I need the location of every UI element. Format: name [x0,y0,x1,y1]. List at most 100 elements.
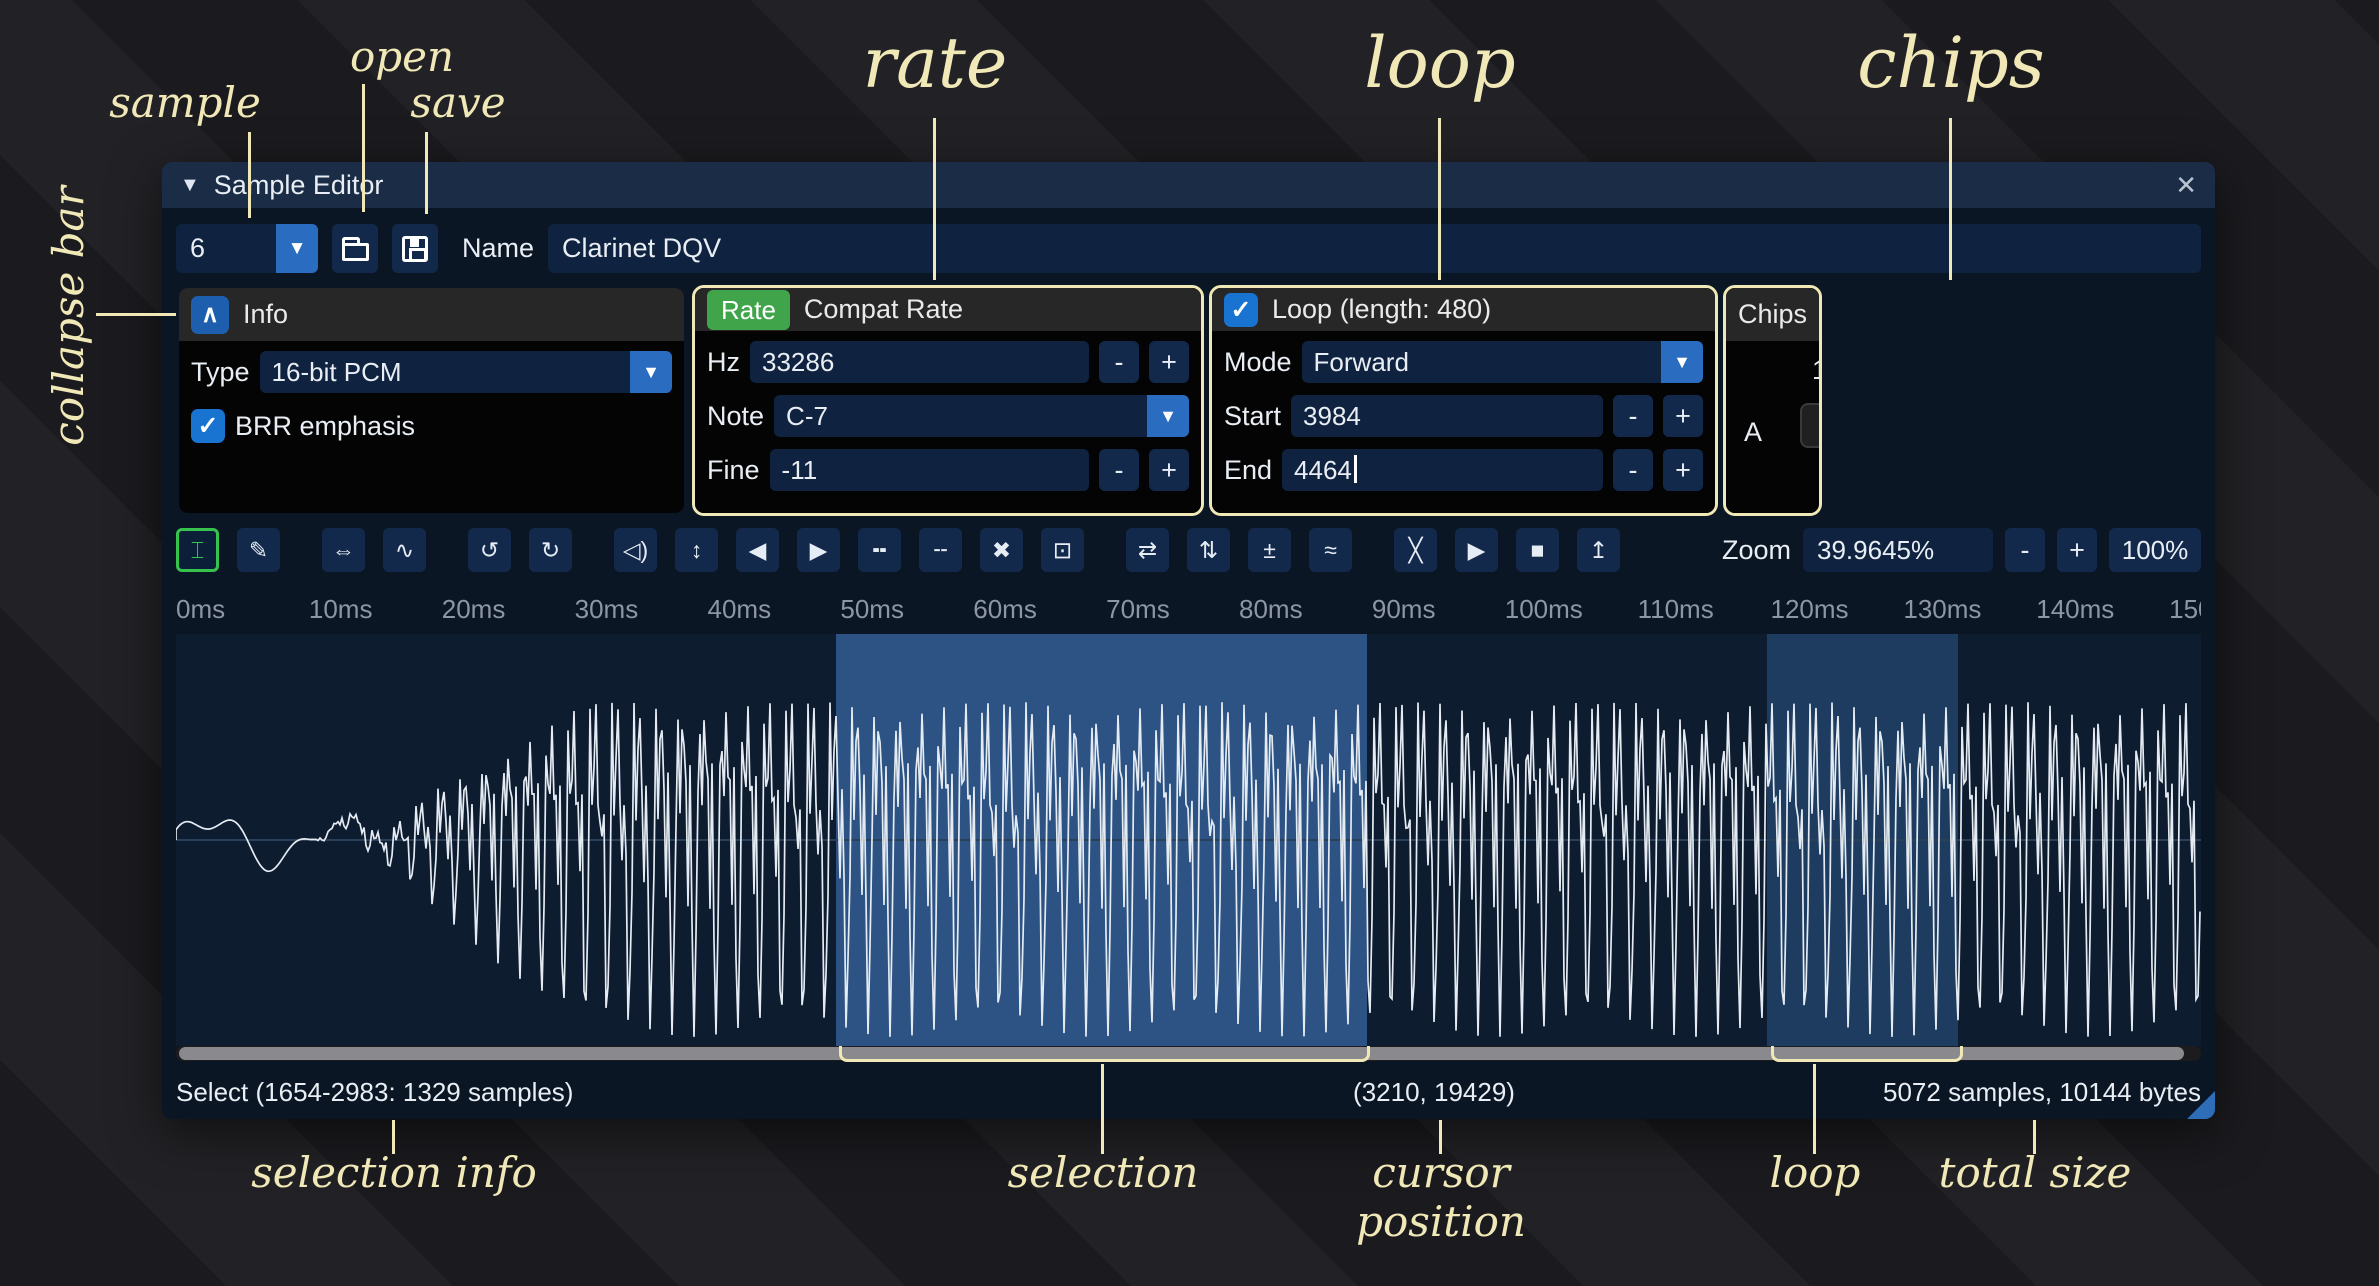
sign-invert-button[interactable]: ± [1248,528,1291,572]
loop-mode-value: Forward [1314,347,1409,377]
time-ruler[interactable]: 0ms10ms20ms30ms40ms50ms60ms70ms80ms90ms1… [176,592,2201,626]
window-collapse-icon[interactable]: ▼ [180,174,200,197]
toolbar: ⌶ ✎ ⇔ ∿ ↺ ↻ ◁) ↕ ◀ ▶ ╍ ╌ ✖ ⊡ ⇄ ⇅ ± ≈ ╳ ▶ ■ ↥ Zoom 39.9645% - … [176,528,2201,572]
chip-1-checkbox[interactable] [1800,403,1822,448]
loop-start-minus-button[interactable]: - [1613,395,1653,437]
stop-button[interactable]: ■ [1516,528,1559,572]
save-floppy-icon [402,236,428,262]
loop-start-plus-button[interactable]: + [1663,395,1703,437]
checkmark-icon: ✓ [1231,295,1252,325]
sample-editor-window: ▼ Sample Editor ✕ 6 ▼ Name Clarinet DQV [162,162,2215,1119]
annotation-line-selection-info [392,1120,395,1154]
ruler-tick: 60ms [973,594,1037,625]
chips-panel-header: Chips [1738,299,1807,330]
loop-end-minus-button[interactable]: - [1613,449,1653,491]
chip-row-label: A [1744,417,1762,448]
selection-bracket [839,1046,1370,1062]
dropdown-arrow-icon[interactable]: ▼ [1661,341,1703,383]
loop-checkbox[interactable]: ✓ [1224,293,1258,327]
loop-end-value: 4464 [1294,455,1352,485]
sample-number-select[interactable]: 6 ▼ [176,224,318,273]
annotation-selection: selection [953,1148,1253,1197]
fade-out-button[interactable]: ▶ [797,528,840,572]
ruler-tick: 0ms [176,594,225,625]
save-button[interactable] [392,224,438,273]
titlebar[interactable]: ▼ Sample Editor ✕ [162,162,2215,208]
annotation-line-total-size [2033,1120,2036,1154]
name-label: Name [462,233,534,264]
waveform-display[interactable] [176,634,2201,1046]
zoom-group: Zoom 39.9645% - + 100% [1722,528,2201,572]
annotation-line-rate [933,118,936,280]
delete-button[interactable]: ✖ [980,528,1023,572]
loop-start-input[interactable]: 3984 [1291,395,1603,437]
desktop-background: sample open save rate loop chips collaps… [0,0,2379,1286]
resize-button[interactable]: ⇔ [322,528,365,572]
crossfade-button[interactable]: ╳ [1394,528,1437,572]
undo-button[interactable]: ↺ [468,528,511,572]
zoom-out-button[interactable]: - [2005,528,2045,572]
close-icon[interactable]: ✕ [2175,170,2197,201]
open-button[interactable] [332,224,378,273]
dropdown-arrow-icon[interactable]: ▼ [1147,395,1189,437]
reverse-button[interactable]: ⇄ [1126,528,1169,572]
normalize-button[interactable]: ↕ [675,528,718,572]
ruler-tick: 70ms [1106,594,1170,625]
trim-button[interactable]: ⊡ [1041,528,1084,572]
hz-minus-button[interactable]: - [1099,341,1139,383]
name-input[interactable]: Clarinet DQV [548,224,2201,273]
dropdown-arrow-icon[interactable]: ▼ [630,351,672,393]
select-tool-button[interactable]: ⌶ [176,528,219,572]
filter-button[interactable]: ≈ [1309,528,1352,572]
ruler-tick: 40ms [707,594,771,625]
toolbar-buttons: ⌶ ✎ ⇔ ∿ ↺ ↻ ◁) ↕ ◀ ▶ ╍ ╌ ✖ ⊡ ⇄ ⇅ ± ≈ ╳ ▶ ■ ↥ [176,528,1620,572]
info-panel-header: Info [243,299,288,330]
ruler-tick: 50ms [840,594,904,625]
fade-in-button[interactable]: ◀ [736,528,779,572]
note-label: Note [707,401,764,432]
loop-end-plus-button[interactable]: + [1663,449,1703,491]
amplify-button[interactable]: ◁) [614,528,657,572]
ruler-tick: 90ms [1372,594,1436,625]
panel-collapse-button[interactable]: ∧ [191,296,229,334]
zoom-in-button[interactable]: + [2057,528,2097,572]
annotation-selection-info: selection info [244,1148,544,1197]
fine-input[interactable]: -11 [770,449,1089,491]
rate-panel-header: Compat Rate [804,294,963,325]
window-resize-grip[interactable] [2187,1091,2215,1119]
zoom-input[interactable]: 39.9645% [1803,528,1993,572]
ruler-tick: 140ms [2036,594,2114,625]
loop-end-input[interactable]: 4464 [1282,449,1603,491]
loop-mode-select[interactable]: Forward ▼ [1302,341,1703,383]
hz-input[interactable]: 33286 [750,341,1089,383]
draw-tool-button[interactable]: ✎ [237,528,280,572]
loop-panel: ✓ Loop (length: 480) Mode Forward ▼ [1212,288,1715,513]
annotation-open: open [320,32,484,81]
import-button[interactable]: ↥ [1577,528,1620,572]
selection-info-text: Select (1654-2983: 1329 samples) [176,1077,573,1108]
fine-minus-button[interactable]: - [1099,449,1139,491]
rate-badge-button[interactable]: Rate [707,290,790,330]
zoom-reset-button[interactable]: 100% [2109,528,2201,572]
file-row: 6 ▼ Name Clarinet DQV [176,224,2201,273]
cursor-position-text: (3210, 19429) [1353,1077,1515,1108]
fine-plus-button[interactable]: + [1149,449,1189,491]
status-bar: Select (1654-2983: 1329 samples) (3210, … [176,1071,2201,1113]
resample-button[interactable]: ∿ [383,528,426,572]
apply-silence-button[interactable]: ╌ [919,528,962,572]
hz-plus-button[interactable]: + [1149,341,1189,383]
insert-silence-button[interactable]: ╍ [858,528,901,572]
brr-emphasis-checkbox[interactable]: ✓ [191,409,225,443]
invert-button[interactable]: ⇅ [1187,528,1230,572]
loop-start-label: Start [1224,401,1281,432]
annotation-line-loop [1438,118,1441,280]
annotation-line-chips [1949,118,1952,280]
note-select[interactable]: C-7 ▼ [774,395,1189,437]
total-size-text: 5072 samples, 10144 bytes [1883,1077,2201,1108]
chips-grid: 1 2 A ✓ [1738,351,1807,503]
dropdown-arrow-icon[interactable]: ▼ [276,224,318,273]
type-select[interactable]: 16-bit PCM ▼ [260,351,672,393]
ruler-tick: 30ms [575,594,639,625]
preview-button[interactable]: ▶ [1455,528,1498,572]
redo-button[interactable]: ↻ [529,528,572,572]
